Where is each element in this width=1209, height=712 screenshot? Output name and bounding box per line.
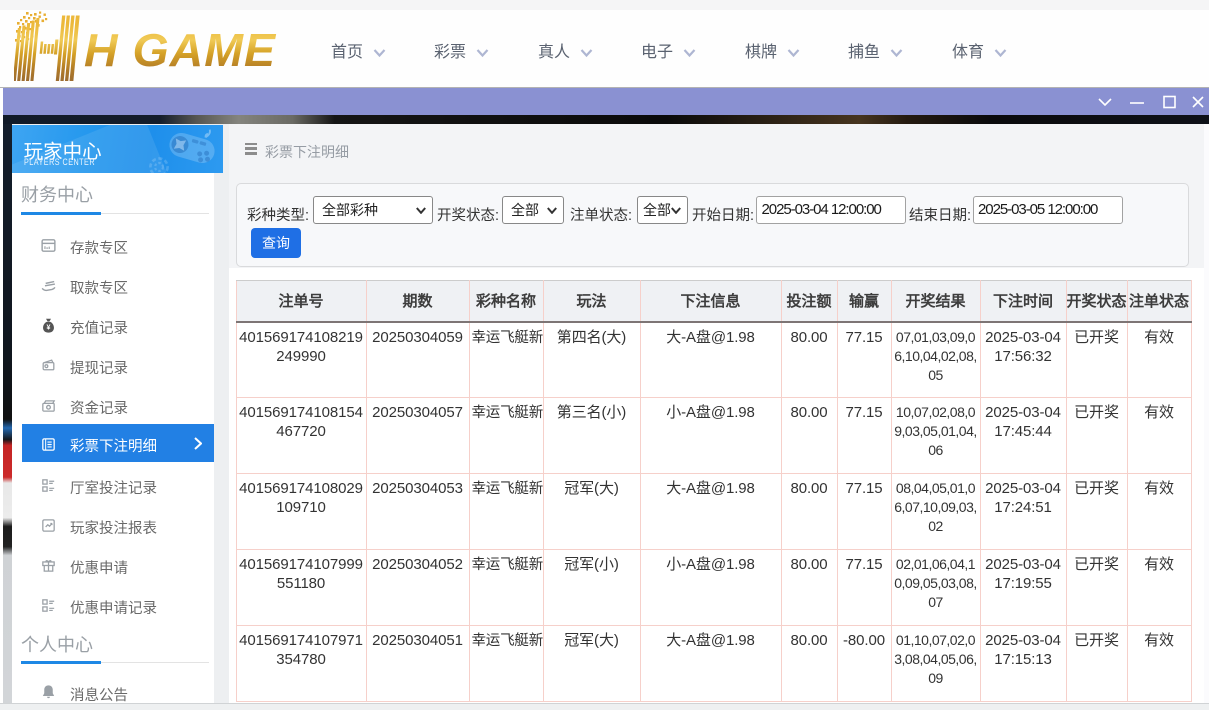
svg-text:H GAME: H GAME bbox=[84, 24, 277, 76]
svg-text:¥: ¥ bbox=[47, 323, 51, 331]
